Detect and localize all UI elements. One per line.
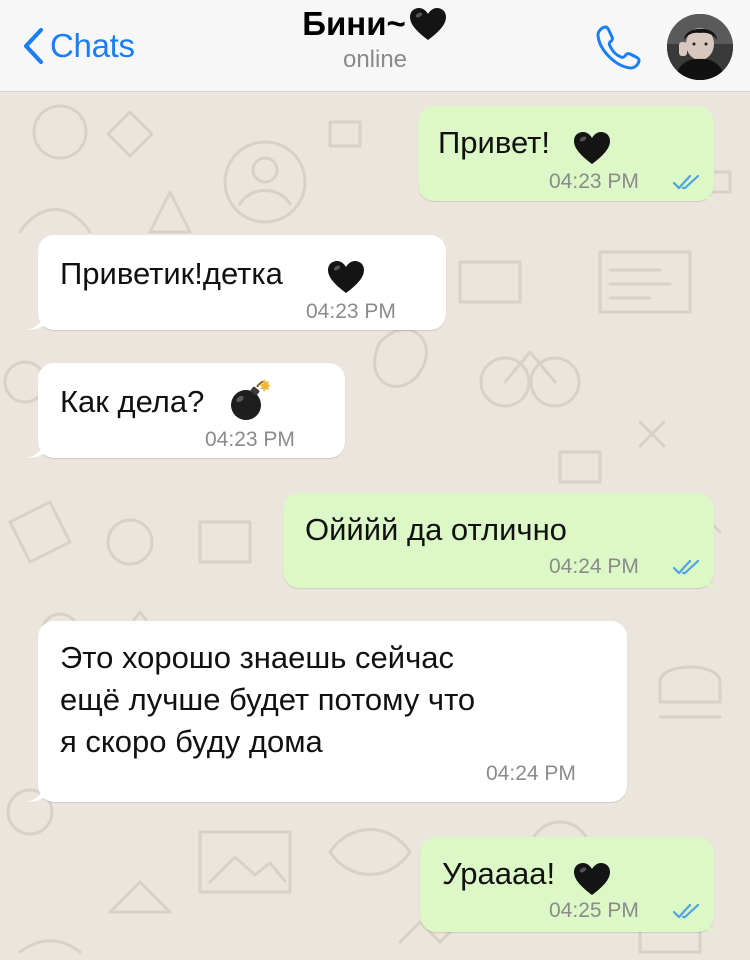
avatar-photo <box>667 14 733 80</box>
bomb-icon <box>231 379 271 420</box>
bubble-tail <box>26 441 44 458</box>
message-text: Как дела? <box>60 384 205 419</box>
message-text: Ураааа! <box>442 856 556 891</box>
message-bubble-outgoing[interactable]: Ойййй да отлично 04:24 PM <box>283 493 720 588</box>
bubble-tail <box>26 313 44 330</box>
message-bubble-incoming[interactable]: Это хорошо знаешь сейчас ещё лучше будет… <box>26 621 627 802</box>
contact-name: Бини~ <box>302 5 406 42</box>
message-text-line: Это хорошо знаешь сейчас <box>60 640 454 675</box>
message-bubble-outgoing[interactable]: Привет! 04:23 PM <box>418 106 720 201</box>
bubble-tail <box>702 184 720 201</box>
message-timestamp: 04:24 PM <box>549 555 639 578</box>
message-text: Ойййй да отлично <box>305 512 567 547</box>
message-timestamp: 04:25 PM <box>549 899 639 922</box>
black-heart-icon <box>328 261 364 293</box>
black-heart-icon <box>574 863 610 895</box>
phone-icon <box>596 25 641 70</box>
message-timestamp: 04:23 PM <box>549 170 639 193</box>
message-timestamp: 04:24 PM <box>486 762 576 785</box>
message-timestamp: 04:23 PM <box>205 428 295 451</box>
chat-header: Chats Бини~ online <box>0 0 750 92</box>
message-bubble-incoming[interactable]: Как дела? 04:23 PM <box>26 363 345 458</box>
read-receipt-icon <box>672 174 700 190</box>
black-heart-icon <box>574 132 610 164</box>
message-bubble-incoming[interactable]: Приветик!детка 04:23 PM <box>26 235 446 330</box>
voice-call-button[interactable] <box>594 22 644 77</box>
contact-avatar[interactable] <box>667 14 733 80</box>
bubble-tail <box>702 915 720 932</box>
contact-name-row: Бини~ <box>302 4 448 44</box>
message-text: Приветик!детка <box>60 256 283 291</box>
bubble-tail <box>702 571 720 588</box>
black-heart-icon <box>409 8 446 40</box>
message-text-line: я скоро буду дома <box>60 724 323 759</box>
read-receipt-icon <box>672 903 700 919</box>
back-label: Chats <box>50 27 135 64</box>
message-bubble-outgoing[interactable]: Ураааа! 04:25 PM <box>420 837 720 932</box>
contact-info[interactable]: Бини~ online <box>200 4 550 74</box>
message-text: Привет! <box>438 125 550 160</box>
message-timestamp: 04:23 PM <box>306 300 396 323</box>
message-list[interactable]: Привет! 04:23 PM Приветик!детка 04:23 PM <box>0 92 750 960</box>
contact-status: online <box>342 46 408 73</box>
bubble-tail <box>26 785 44 802</box>
message-text-line: ещё лучше будет потому что <box>60 682 476 717</box>
chevron-left-icon <box>23 27 44 65</box>
back-button[interactable]: Chats <box>22 24 135 68</box>
read-receipt-icon <box>672 559 700 575</box>
